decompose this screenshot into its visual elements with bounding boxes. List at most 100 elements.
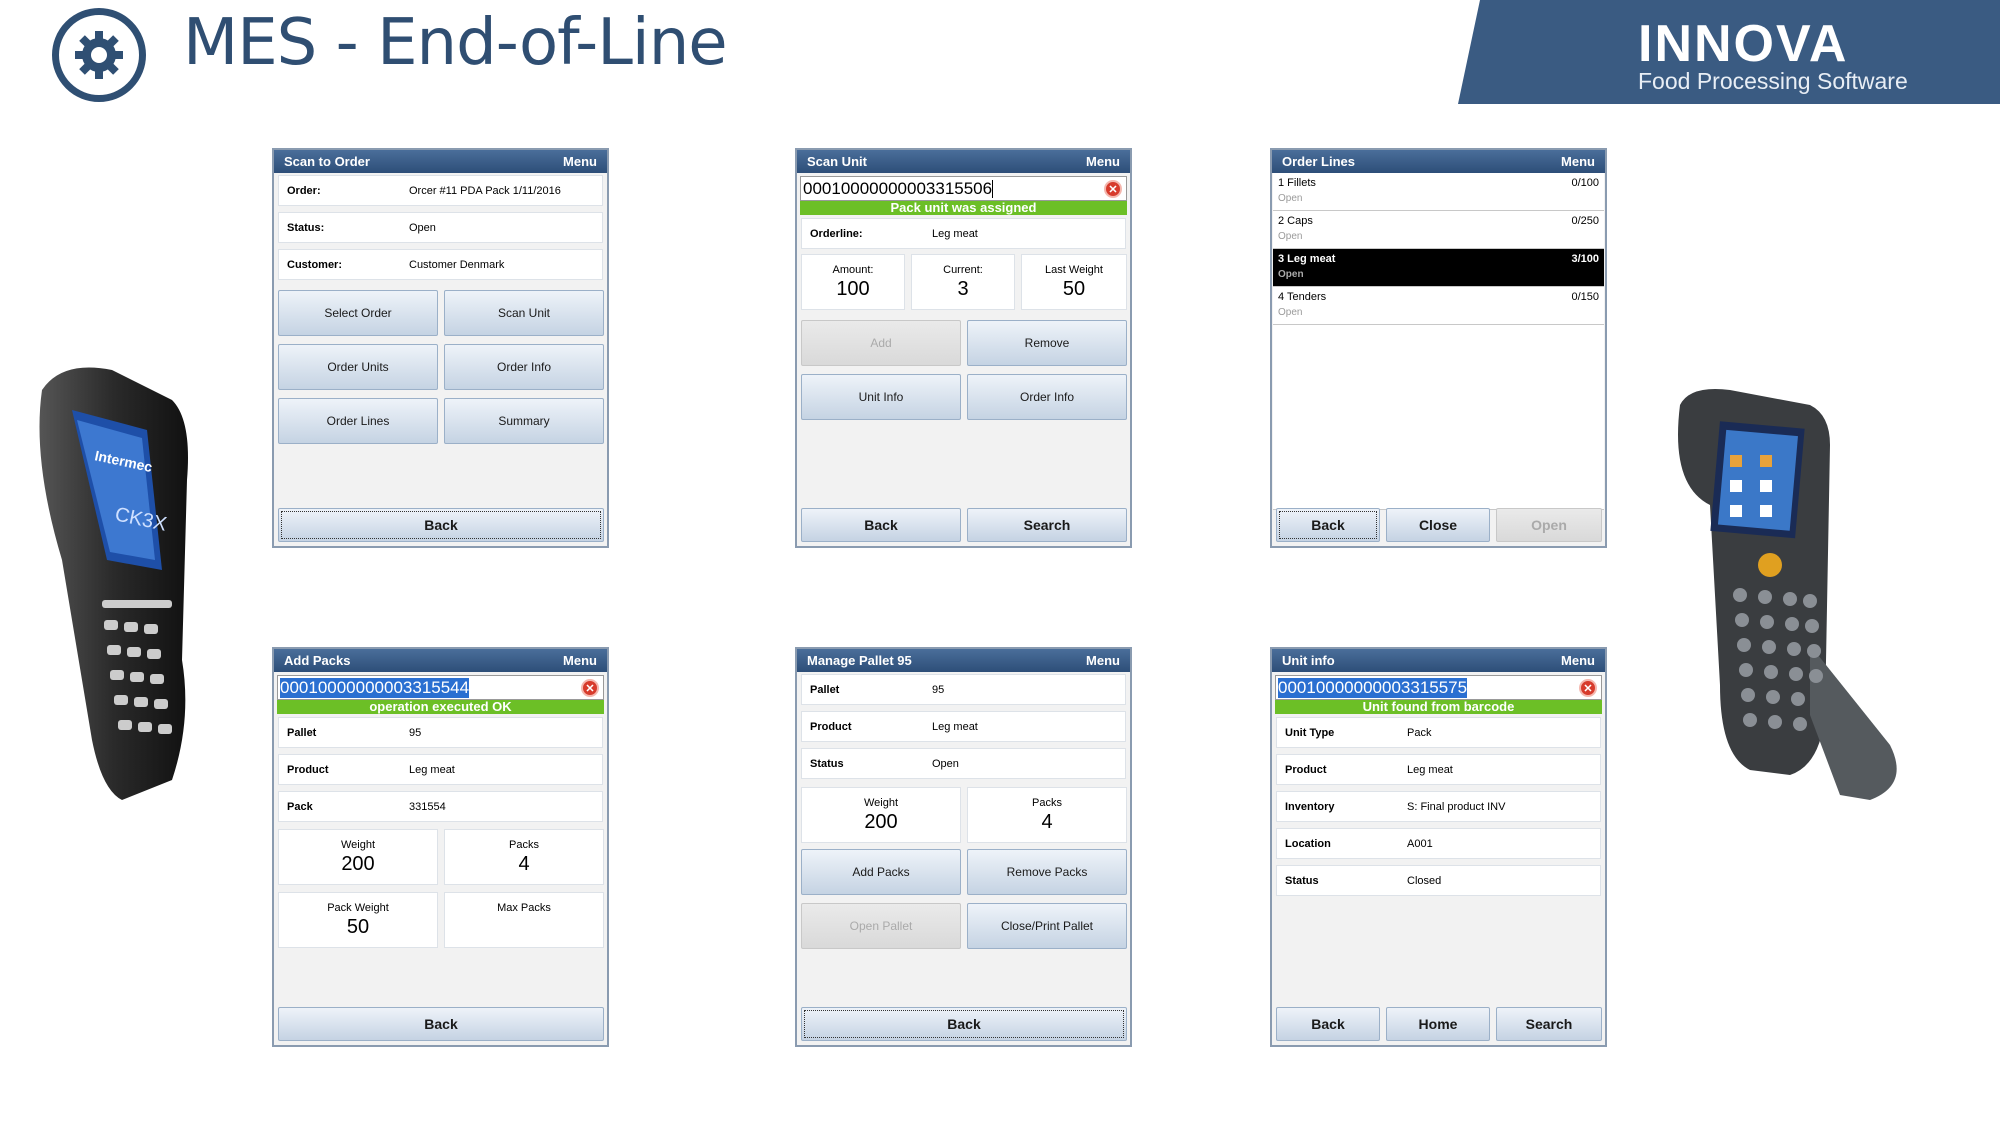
add-packs-button[interactable]: Add Packs [801,849,961,895]
barcode-value: 00010000000003315575 [1278,677,1468,698]
field-label: Inventory [1285,800,1335,813]
list-item[interactable]: 1 Fillets 0/100 Open [1273,173,1604,211]
line-qty: 0/150 [1571,291,1599,303]
remove-button[interactable]: Remove [967,320,1127,366]
field-product: Product Leg meat [278,754,603,785]
back-button[interactable]: Back [1276,508,1380,542]
field-orderline: Orderline: Leg meat [801,218,1126,249]
list-item[interactable]: 2 Caps 0/250 Open [1273,211,1604,249]
search-button[interactable]: Search [1496,1007,1602,1041]
field-label: Pack [287,800,313,813]
field-value: Leg meat [409,763,455,776]
open-pallet-button[interactable]: Open Pallet [801,903,961,949]
barcode-input[interactable]: 00010000000003315575 [1275,675,1602,700]
back-button[interactable]: Back [801,1007,1127,1041]
unit-info-button[interactable]: Unit Info [801,374,961,420]
home-button[interactable]: Home [1386,1007,1490,1041]
screen-title: Scan Unit [807,154,867,169]
scan-unit-button[interactable]: Scan Unit [444,290,604,336]
field-product: Product Leg meat [1276,754,1601,785]
field-label: Unit Type [1285,726,1335,739]
field-pack: Pack 331554 [278,791,603,822]
clear-icon[interactable]: ✕ [581,679,599,697]
cell-label: Last Weight [1045,264,1103,276]
menu-button[interactable]: Menu [563,653,597,668]
screen-scan-to-order: Scan to Order Menu Order: Orcer #11 PDA Pa… [272,148,609,548]
field-value: Orcer #11 PDA Pack 1/11/2016 [409,184,561,197]
line-status: Open [1278,193,1303,204]
close-button[interactable]: Close [1386,508,1490,542]
line-name: 2 Caps [1278,215,1313,227]
order-lines-button[interactable]: Order Lines [278,398,438,444]
cell-label: Amount: [832,264,874,276]
search-button[interactable]: Search [967,508,1127,542]
cell-value: 50 [1062,278,1086,300]
barcode-value: 00010000000003315506 [803,178,993,198]
field-label: Status [810,757,844,770]
field-order: Order: Orcer #11 PDA Pack 1/11/2016 [278,175,603,206]
cell-value: 50 [346,916,370,938]
screen-add-packs: Add Packs Menu 00010000000003315544 ✕ ope… [272,647,609,1047]
gear-icon [52,8,146,102]
line-name: 1 Fillets [1278,177,1316,189]
field-label: Order: [287,184,321,197]
title-bar: Scan Unit Menu [797,150,1130,173]
barcode-input[interactable]: 00010000000003315506 [800,176,1127,201]
field-value: A001 [1407,837,1433,850]
line-qty: 0/250 [1571,215,1599,227]
list-item-selected[interactable]: 3 Leg meat 3/100 Open [1273,249,1604,287]
screen-unit-info: Unit info Menu 00010000000003315575 ✕ Uni… [1270,647,1607,1047]
list-item[interactable]: 4 Tenders 0/150 Open [1273,287,1604,325]
barcode-value: 00010000000003315544 [280,677,470,698]
clear-icon[interactable]: ✕ [1579,679,1597,697]
title-bar: Order Lines Menu [1272,150,1605,173]
cell-value: 200 [341,853,375,875]
menu-button[interactable]: Menu [1561,653,1595,668]
back-button[interactable]: Back [278,1007,604,1041]
brand-logo: INNOVA [1638,15,1849,73]
close-print-pallet-button[interactable]: Close/Print Pallet [967,903,1127,949]
field-label: Status [1285,874,1319,887]
add-button[interactable]: Add [801,320,961,366]
field-label: Product [287,763,329,776]
remove-packs-button[interactable]: Remove Packs [967,849,1127,895]
cell-label: Pack Weight [327,902,389,914]
back-button[interactable]: Back [278,508,604,542]
page-title: MES - End-of-Line [183,6,728,80]
select-order-button[interactable]: Select Order [278,290,438,336]
menu-button[interactable]: Menu [1086,154,1120,169]
title-bar: Manage Pallet 95 Menu [797,649,1130,672]
order-info-button[interactable]: Order Info [444,344,604,390]
max-packs-cell: Max Packs [444,892,604,948]
screen-title: Order Lines [1282,154,1355,169]
status-message: Pack unit was assigned [800,201,1127,215]
field-label: Status: [287,221,325,234]
back-button[interactable]: Back [1276,1007,1380,1041]
field-status: Status Closed [1276,865,1601,896]
title-bar: Scan to Order Menu [274,150,607,173]
barcode-input[interactable]: 00010000000003315544 [277,675,604,700]
summary-button[interactable]: Summary [444,398,604,444]
status-message: operation executed OK [277,700,604,714]
menu-button[interactable]: Menu [1561,154,1595,169]
open-button[interactable]: Open [1496,508,1602,542]
menu-button[interactable]: Menu [1086,653,1120,668]
cell-value: 100 [836,278,870,300]
order-units-button[interactable]: Order Units [278,344,438,390]
line-status: Open [1278,307,1303,318]
last-weight-cell: Last Weight 50 [1021,254,1127,310]
title-bar: Add Packs Menu [274,649,607,672]
pack-weight-cell: Pack Weight 50 [278,892,438,948]
screen-scan-unit: Scan Unit Menu 00010000000003315506 ✕ Pac… [795,148,1132,548]
screen-title: Scan to Order [284,154,370,169]
back-button[interactable]: Back [801,508,961,542]
screen-title: Unit info [1282,653,1335,668]
field-value: Leg meat [932,720,978,733]
menu-button[interactable]: Menu [563,154,597,169]
cell-label: Current: [943,264,983,276]
clear-icon[interactable]: ✕ [1104,180,1122,198]
order-info-button[interactable]: Order Info [967,374,1127,420]
field-value: Open [932,757,959,770]
line-status: Open [1278,231,1303,242]
cell-label: Max Packs [497,902,551,914]
